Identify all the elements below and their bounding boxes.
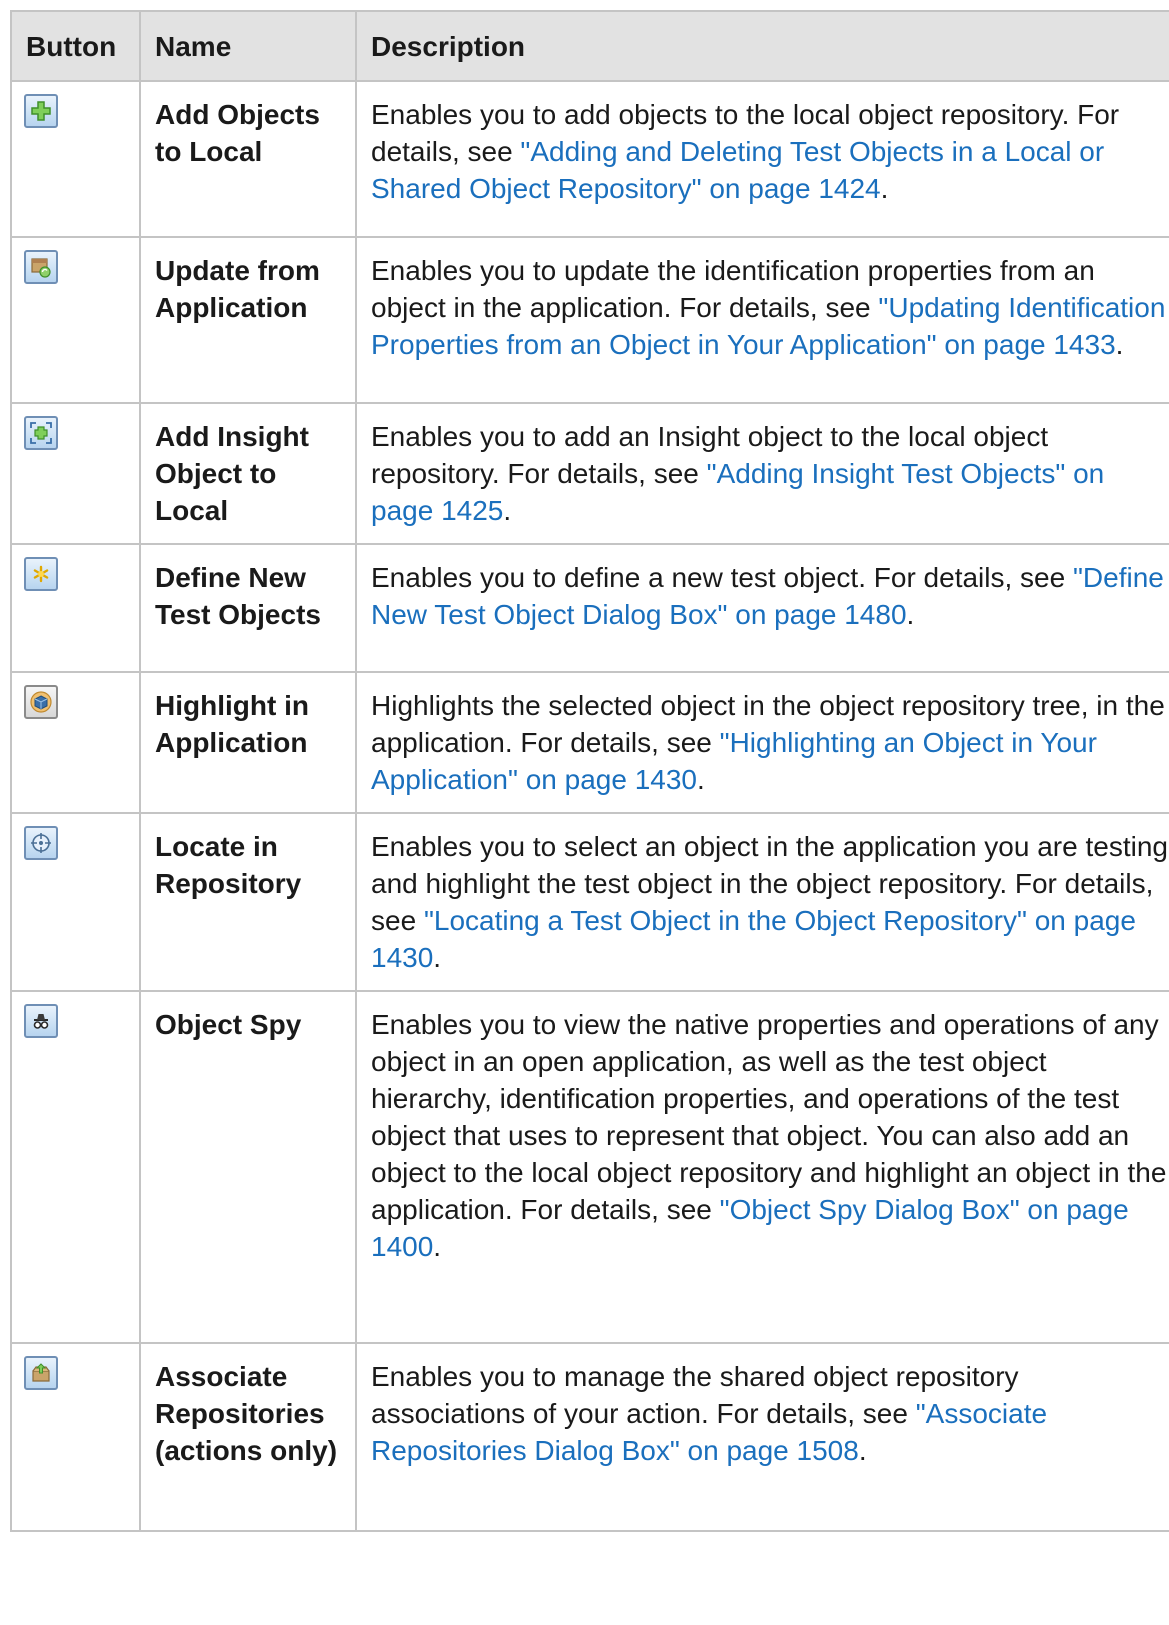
button-cell <box>10 236 141 404</box>
button-cell <box>10 990 141 1344</box>
table-row: Add Objects to Local Enables you to add … <box>10 80 1169 238</box>
row-description: Enables you to manage the shared object … <box>355 1342 1169 1532</box>
row-description: Highlights the selected object in the ob… <box>355 671 1169 814</box>
object-spy-icon[interactable] <box>24 1004 58 1038</box>
row-name: Update from Application <box>139 236 357 404</box>
header-row: Button Name Description <box>10 10 1169 82</box>
add-insight-object-icon[interactable] <box>24 416 58 450</box>
row-description: Enables you to update the identification… <box>355 236 1169 404</box>
row-description: Enables you to add objects to the local … <box>355 80 1169 238</box>
locate-in-repository-icon[interactable] <box>24 826 58 860</box>
row-description: Enables you to add an Insight object to … <box>355 402 1169 545</box>
table-row: Highlight in Application Highlights the … <box>10 671 1169 814</box>
row-name: Highlight in Application <box>139 671 357 814</box>
row-name: Object Spy <box>139 990 357 1344</box>
header-name: Name <box>139 10 357 82</box>
button-cell <box>10 671 141 814</box>
button-cell <box>10 543 141 673</box>
header-button: Button <box>10 10 141 82</box>
table-row: Locate in Repository Enables you to sele… <box>10 812 1169 992</box>
associate-repositories-icon[interactable] <box>24 1356 58 1390</box>
row-name: Add Insight Object to Local <box>139 402 357 545</box>
button-cell <box>10 1342 141 1532</box>
row-description: Enables you to select an object in the a… <box>355 812 1169 992</box>
highlight-in-application-icon[interactable] <box>24 685 58 719</box>
add-objects-icon[interactable] <box>24 94 58 128</box>
button-cell <box>10 812 141 992</box>
button-cell <box>10 80 141 238</box>
row-name: Define New Test Objects <box>139 543 357 673</box>
row-description: Enables you to define a new test object.… <box>355 543 1169 673</box>
table-row: Associate Repositories (actions only) En… <box>10 1342 1169 1532</box>
table-row: Add Insight Object to Local Enables you … <box>10 402 1169 545</box>
update-from-application-icon[interactable] <box>24 250 58 284</box>
table-row: Object Spy Enables you to view the nativ… <box>10 990 1169 1344</box>
define-new-test-object-icon[interactable] <box>24 557 58 591</box>
toolbar-buttons-table: Button Name Description Add Objects to L… <box>10 10 1169 1532</box>
table-row: Update from Application Enables you to u… <box>10 236 1169 404</box>
row-name: Add Objects to Local <box>139 80 357 238</box>
button-cell <box>10 402 141 545</box>
row-link[interactable]: "Locating a Test Object in the Object Re… <box>371 905 1136 973</box>
row-name: Locate in Repository <box>139 812 357 992</box>
header-description: Description <box>355 10 1169 82</box>
row-name: Associate Repositories (actions only) <box>139 1342 357 1532</box>
table-row: Define New Test Objects Enables you to d… <box>10 543 1169 673</box>
row-description: Enables you to view the native propertie… <box>355 990 1169 1344</box>
